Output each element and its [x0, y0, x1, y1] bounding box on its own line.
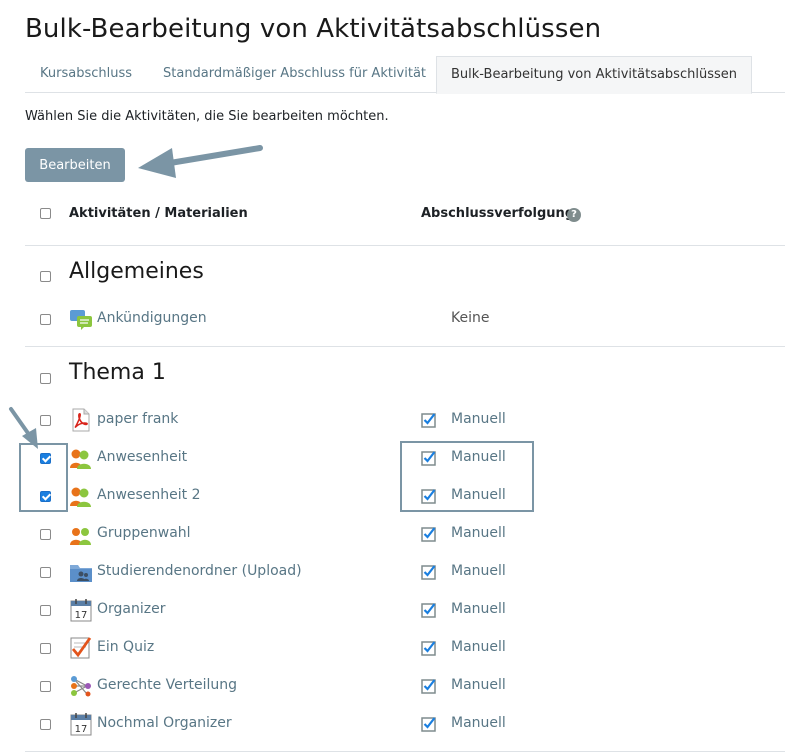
completion-status: Manuell	[451, 525, 506, 541]
ratings-allocate-icon	[71, 676, 91, 697]
edit-button[interactable]: Bearbeiten	[25, 148, 125, 182]
list-item: Ein Quiz Manuell	[0, 629, 785, 667]
activity-checkbox[interactable]	[40, 567, 51, 578]
activity-checkbox[interactable]	[40, 643, 51, 654]
calendar-icon: 17	[70, 713, 92, 736]
tab-bulk-edit-completion[interactable]: Bulk-Bearbeitung von Aktivitätsabschlüss…	[436, 56, 752, 94]
activity-link[interactable]: Gerechte Verteilung	[97, 677, 237, 693]
activity-checkbox[interactable]	[40, 681, 51, 692]
manual-completion-icon	[421, 413, 436, 428]
activity-checkbox[interactable]	[40, 605, 51, 616]
tab-default-activity-completion[interactable]: Standardmäßiger Abschluss für Aktivität	[163, 56, 426, 91]
list-item: 17 Organizer Manuell	[0, 591, 785, 629]
svg-text:17: 17	[75, 610, 88, 621]
attendance-icon	[70, 487, 91, 507]
list-item: Gerechte Verteilung Manuell	[0, 667, 785, 705]
manual-completion-icon	[421, 565, 436, 580]
folder-users-icon	[70, 565, 92, 582]
divider	[25, 245, 785, 246]
activity-checkbox[interactable]	[40, 314, 51, 325]
manual-completion-icon	[421, 679, 436, 694]
pdf-icon	[72, 408, 90, 432]
divider	[25, 346, 785, 347]
manual-completion-icon	[421, 527, 436, 542]
manual-completion-icon	[421, 717, 436, 732]
column-header-completion: Abschlussverfolgung	[421, 206, 575, 221]
activity-link[interactable]: Studierendenordner (Upload)	[97, 563, 302, 579]
list-item: Ankündigungen Keine	[0, 300, 785, 338]
list-item: Gruppenwahl Manuell	[0, 515, 785, 553]
activity-link[interactable]: paper frank	[97, 411, 178, 427]
list-item: paper frank Manuell	[0, 401, 785, 439]
attendance-icon	[70, 449, 91, 469]
activity-checkbox[interactable]	[40, 719, 51, 730]
calendar-icon: 17	[70, 599, 92, 622]
completion-status: Manuell	[451, 677, 506, 693]
manual-completion-icon	[421, 603, 436, 618]
column-header-activities: Aktivitäten / Materialien	[69, 206, 248, 221]
list-item: Anwesenheit Manuell	[0, 439, 785, 477]
completion-status: Manuell	[451, 715, 506, 731]
annotation-highlight-box	[400, 441, 534, 512]
tab-bar: Kursabschluss Standardmäßiger Abschluss …	[25, 56, 785, 94]
annotation-highlight-box	[19, 443, 68, 512]
activity-link[interactable]: Ankündigungen	[97, 310, 207, 326]
completion-status: Manuell	[451, 563, 506, 579]
section-checkbox-thema-1[interactable]	[40, 373, 51, 384]
page-title: Bulk-Bearbeitung von Aktivitätsabschlüss…	[25, 14, 602, 44]
tab-course-completion[interactable]: Kursabschluss	[40, 56, 132, 91]
question-circle-icon[interactable]: ?	[567, 208, 581, 222]
activity-link[interactable]: Anwesenheit	[97, 449, 187, 465]
list-item: Anwesenheit 2 Manuell	[0, 477, 785, 515]
list-item: 17 Nochmal Organizer Manuell	[0, 705, 785, 743]
manual-completion-icon	[421, 641, 436, 656]
activity-checkbox[interactable]	[40, 415, 51, 426]
forum-icon	[70, 310, 92, 330]
instruction-text: Wählen Sie die Aktivitäten, die Sie bear…	[25, 109, 389, 124]
section-title: Allgemeines	[69, 259, 204, 284]
divider	[25, 751, 785, 752]
select-all-checkbox[interactable]	[40, 208, 51, 219]
completion-status: Manuell	[451, 639, 506, 655]
list-item: Studierendenordner (Upload) Manuell	[0, 553, 785, 591]
activity-link[interactable]: Nochmal Organizer	[97, 715, 232, 731]
activity-link[interactable]: Ein Quiz	[97, 639, 154, 655]
quiz-icon	[70, 637, 92, 659]
svg-text:17: 17	[75, 724, 88, 735]
group-choice-icon	[70, 528, 91, 545]
activity-link[interactable]: Gruppenwahl	[97, 525, 191, 541]
completion-status: Manuell	[451, 601, 506, 617]
section-checkbox-allgemeines[interactable]	[40, 271, 51, 282]
activity-checkbox[interactable]	[40, 529, 51, 540]
activity-link[interactable]: Anwesenheit 2	[97, 487, 201, 503]
activity-link[interactable]: Organizer	[97, 601, 165, 617]
completion-status: Keine	[451, 310, 490, 326]
completion-status: Manuell	[451, 411, 506, 427]
section-title: Thema 1	[69, 360, 166, 385]
